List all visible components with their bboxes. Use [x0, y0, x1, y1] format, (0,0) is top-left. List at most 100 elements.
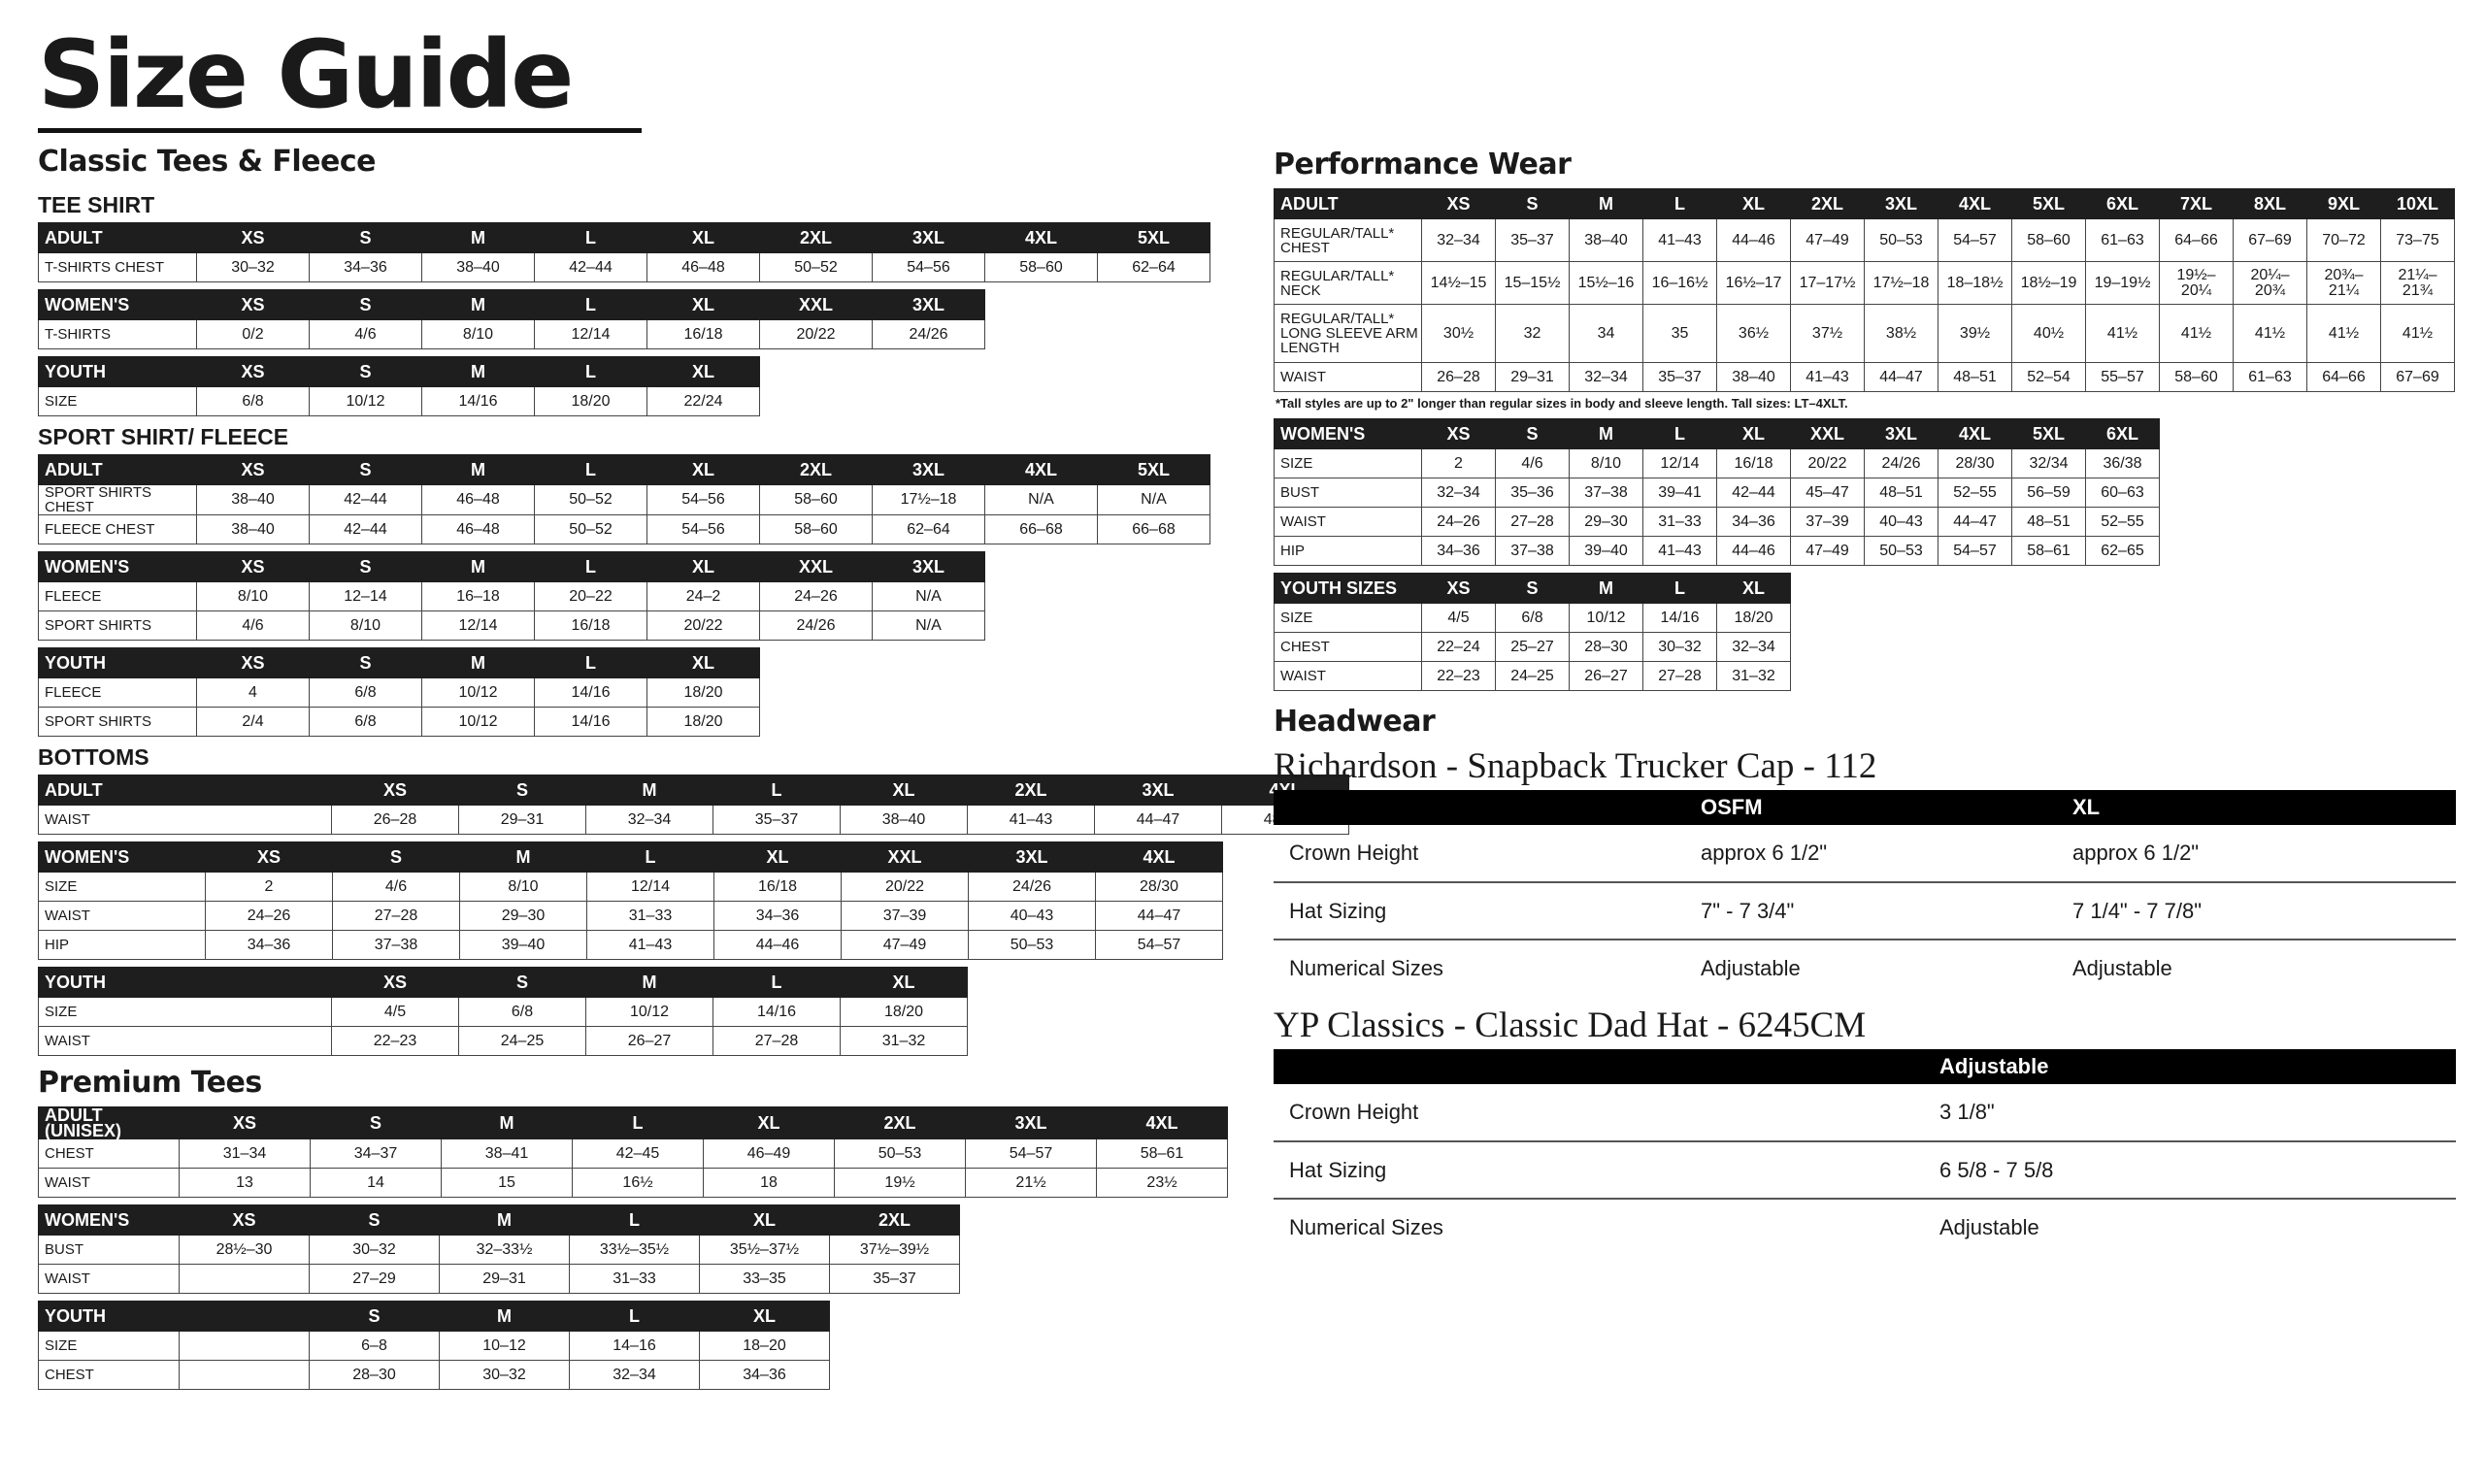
premium-heading: Premium Tees [38, 1066, 262, 1100]
measurement-value: 27–28 [1495, 507, 1570, 537]
size-column-header: XL [1716, 573, 1791, 604]
measurement-value: 18/20 [1716, 603, 1791, 633]
measurement-value: 58–60 [2011, 218, 2086, 262]
size-table: YOUTH XS S M L XL FLEECE 4 6/8 10/12 14/16 18/20 SPO… [38, 647, 760, 737]
size-column-header: 4XL [1095, 841, 1223, 873]
measurement-value: 14/16 [712, 997, 841, 1027]
table-row: WAIST 24–26 27–28 29–30 31–33 34–36 37–39 40–43… [38, 901, 1223, 931]
measurement-value: 30½ [1421, 304, 1496, 363]
table-row: BUST 32–34 35–36 37–38 39–41 42–44 45–47 48–51 5… [1274, 478, 2160, 508]
measurement-label: REGULAR/TALL* NECK [1274, 261, 1422, 305]
measurement-value: 48–51 [1864, 478, 1938, 508]
left-column: Size Guide Classic Tees & Fleece TEE SHI… [38, 27, 1349, 1397]
measurement-label: Crown Height [1274, 1084, 1939, 1142]
size-column-header: XL [840, 775, 968, 806]
measurement-value: 14/16 [534, 677, 647, 708]
measurement-value: 41½ [2380, 304, 2455, 363]
measurement-value: 47–49 [1790, 218, 1865, 262]
size-column-header: 2XL [834, 1106, 966, 1139]
header-row: WOMEN'S XS S M L XL XXL 3XL 4XL 5XL 6XL [1274, 418, 2160, 449]
measurement-value: 10/12 [421, 677, 535, 708]
measurement-value: 15 [441, 1168, 573, 1198]
size-column-header: XL [713, 841, 842, 873]
header-row: WOMEN'S XS S M L XL 2XL [38, 1204, 960, 1236]
measurement-value: 35–36 [1495, 478, 1570, 508]
measurement-value: 38–40 [196, 484, 310, 515]
header-row: OSFM XL [1274, 790, 2456, 825]
measurement-value: 41½ [2085, 304, 2160, 363]
measurement-value: 12/14 [421, 610, 535, 641]
table-row: CHEST 31–34 34–37 38–41 42–45 46–49 50–53 54–57… [38, 1138, 1228, 1169]
measurement-value: 42–44 [534, 252, 647, 282]
measurement-value: 32–34 [1421, 218, 1496, 262]
measurement-value: 29–31 [458, 805, 586, 835]
size-table: WOMEN'S XS S M L XL XXL 3XL T-SHIRTS 0/2 4/6 8/10 12… [38, 289, 985, 349]
measurement-value: 2 [1421, 448, 1496, 478]
measurement-label: SIZE [38, 997, 332, 1027]
size-column-header: XS [196, 222, 310, 253]
measurement-value: 6/8 [196, 386, 310, 416]
measurement-value: 62–64 [1097, 252, 1210, 282]
measurement-value: 58–60 [759, 484, 873, 515]
measurement-value: 34–36 [205, 930, 333, 960]
measurement-value: 38½ [1864, 304, 1938, 363]
table-row: Numerical Sizes Adjustable [1274, 1199, 2456, 1256]
size-column-header: L [534, 289, 647, 320]
measurement-value: 31–32 [1716, 661, 1791, 691]
table-row: WAIST 24–26 27–28 29–30 31–33 34–36 37–39 40–43… [1274, 507, 2160, 537]
measurement-value: 6 5/8 - 7 5/8 [1939, 1141, 2456, 1200]
measurement-value: 44–46 [1716, 536, 1791, 566]
measurement-value: 8/10 [1569, 448, 1643, 478]
measurement-value: 67–69 [2380, 362, 2455, 392]
sport-shirt-tables: ADULT XS S M L XL 2XL 3XL 4XL 5XL SPORT SHIRTS CHE… [38, 454, 1230, 737]
measurement-value: 28½–30 [179, 1235, 310, 1265]
measurement-label: SIZE [38, 872, 206, 902]
size-column-header: XS [1421, 573, 1496, 604]
size-column-header: 9XL [2306, 188, 2381, 219]
size-column-header: 5XL [2011, 188, 2086, 219]
trucker-cap-title: Richardson - Snapback Trucker Cap - 112 [1274, 746, 1877, 786]
measurement-value: 14½–15 [1421, 261, 1496, 305]
size-column-header: XL [703, 1106, 835, 1139]
size-column-header: XL [646, 222, 760, 253]
size-column-header: S [309, 1204, 440, 1236]
measurement-label: WAIST [38, 1026, 332, 1056]
size-table: ADULT XS S M L XL 2XL 3XL 4XL 5XL SPORT SHIRTS CHE… [38, 454, 1210, 544]
measurement-value: 50–52 [759, 252, 873, 282]
measurement-value: 14/16 [534, 707, 647, 737]
measurement-value: 42–45 [572, 1138, 704, 1169]
measurement-value: 33½–35½ [569, 1235, 700, 1265]
measurement-value: 50–53 [1864, 218, 1938, 262]
size-column-header: 6XL [2085, 418, 2160, 449]
measurement-value: 24/26 [872, 319, 985, 349]
size-column-header: L [572, 1106, 704, 1139]
measurement-value: 34–36 [1716, 507, 1791, 537]
measurement-label: BUST [38, 1235, 180, 1265]
table-row: FLEECE 4 6/8 10/12 14/16 18/20 [38, 677, 760, 708]
measurement-value: approx 6 1/2" [1701, 825, 2072, 883]
measurement-value: 26–27 [1569, 661, 1643, 691]
size-column-header: 4XL [1938, 418, 2012, 449]
measurement-value: 6–8 [309, 1331, 440, 1361]
measurement-value: 39½ [1938, 304, 2012, 363]
size-table: ADULTXSSMLXL2XL3XL4XLWAIST26–2829–3132–3… [38, 775, 1349, 835]
measurement-value: 31–32 [840, 1026, 968, 1056]
measurement-value: 42–44 [309, 514, 422, 544]
measurement-value: 61–63 [2233, 362, 2307, 392]
size-column-header: 3XL [872, 289, 985, 320]
measurement-value: 24/26 [968, 872, 1096, 902]
measurement-value: 34 [1569, 304, 1643, 363]
size-column-header: S [332, 841, 460, 873]
measurement-value: 37½ [1790, 304, 1865, 363]
measurement-value: 50–52 [534, 514, 647, 544]
measurement-value: 10–12 [439, 1331, 570, 1361]
measurement-value: 33–35 [699, 1264, 830, 1294]
measurement-value: Adjustable [2072, 956, 2172, 980]
measurement-value: 26–28 [1421, 362, 1496, 392]
measurement-value: 21¼–21¾ [2380, 261, 2455, 305]
measurement-value: 17½–18 [1864, 261, 1938, 305]
measurement-label: SIZE [1274, 603, 1422, 633]
sport-shirt-subheading: SPORT SHIRT/ FLEECE [38, 424, 289, 449]
measurement-value: 32–34 [1716, 632, 1791, 662]
size-column-header: L [1642, 573, 1717, 604]
